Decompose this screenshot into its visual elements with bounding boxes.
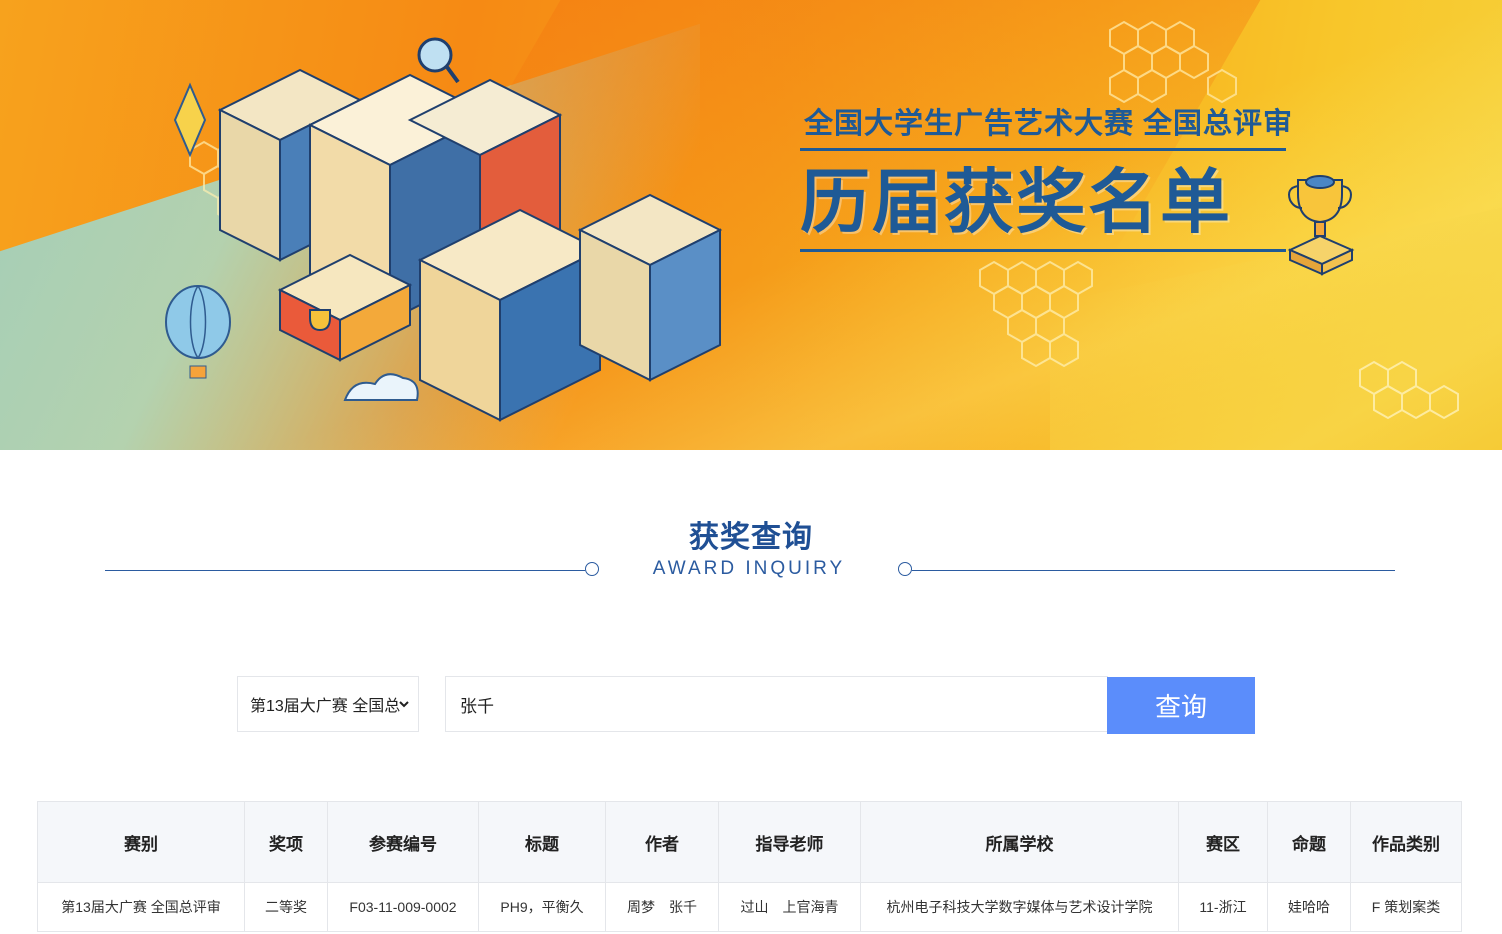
column-header: 所属学校 <box>860 801 1179 883</box>
honeycomb-decoration <box>1359 360 1459 420</box>
section-subtitle: AWARD INQUIRY <box>652 558 846 579</box>
hero-banner: 全国大学生广告艺术大赛 全国总评审 历届获奖名单 <box>0 0 1502 450</box>
table-cell: 杭州电子科技大学数字媒体与艺术设计学院 <box>860 882 1179 932</box>
column-header: 命题 <box>1267 801 1351 883</box>
results-table: 赛别 奖项 参赛编号 标题 作者 指导老师 所属学校 赛区 命题 作品类别 第1… <box>37 801 1462 932</box>
column-header: 赛区 <box>1178 801 1268 883</box>
column-header: 指导老师 <box>718 801 861 883</box>
search-input[interactable] <box>445 676 1108 732</box>
table-cell: 11-浙江 <box>1178 882 1268 932</box>
search-button[interactable]: 查询 <box>1107 677 1255 734</box>
hot-air-balloon-icon <box>165 285 231 379</box>
edition-select[interactable]: 第13届大广赛 全国总评审 <box>237 676 419 732</box>
table-cell: 娃哈哈 <box>1267 882 1351 932</box>
banner-heading-group: 全国大学生广告艺术大赛 全国总评审 历届获奖名单 <box>800 100 1294 262</box>
column-header: 作品类别 <box>1350 801 1462 883</box>
table-cell: 过山 上官海青 <box>718 882 861 932</box>
heading-rule-right <box>912 570 1395 571</box>
chevron-down-icon <box>399 701 409 708</box>
table-header-row: 赛别 奖项 参赛编号 标题 作者 指导老师 所属学校 赛区 命题 作品类别 <box>37 801 1462 883</box>
column-header: 标题 <box>478 801 606 883</box>
banner-title: 历届获奖名单 <box>800 163 1232 241</box>
section-title: 获奖查询 <box>689 521 813 554</box>
table-cell: PH9，平衡久 <box>478 882 606 932</box>
isometric-illustration <box>165 37 723 422</box>
column-header: 奖项 <box>244 801 328 883</box>
table-cell: 第13届大广赛 全国总评审 <box>37 882 245 932</box>
table-cell: 二等奖 <box>244 882 328 932</box>
banner-divider <box>800 148 1286 151</box>
table-cell: 周梦 张千 <box>605 882 719 932</box>
table-cell: F03-11-009-0002 <box>327 882 479 932</box>
heading-rule-circle-right <box>898 562 912 576</box>
column-header: 作者 <box>605 801 719 883</box>
table-row: 第13届大广赛 全国总评审 二等奖 F03-11-009-0002 PH9，平衡… <box>37 882 1462 932</box>
column-header: 赛别 <box>37 801 245 883</box>
trophy-icon <box>1287 175 1355 276</box>
honeycomb-decoration <box>979 260 1093 368</box>
banner-subtitle: 全国大学生广告艺术大赛 全国总评审 <box>804 108 1294 140</box>
edition-select-value: 第13届大广赛 全国总评审 <box>250 698 400 715</box>
banner-divider <box>800 249 1286 252</box>
column-header: 参赛编号 <box>327 801 479 883</box>
table-cell: F 策划案类 <box>1350 882 1462 932</box>
